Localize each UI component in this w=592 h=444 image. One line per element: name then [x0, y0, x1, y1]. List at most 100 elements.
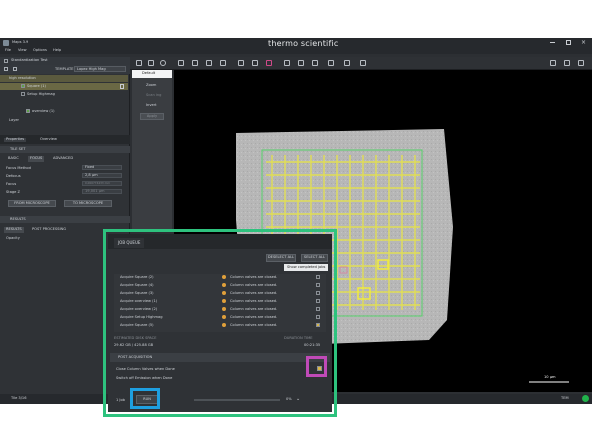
snapshot-icon[interactable]	[266, 60, 272, 66]
show-completed-toggle[interactable]: Show completed jobs	[284, 264, 328, 271]
job-checkbox[interactable]	[316, 291, 320, 295]
menu-help[interactable]: Help	[53, 48, 61, 53]
job-row[interactable]: Acquire Square (2) Column valves are clo…	[114, 274, 326, 281]
apply-button[interactable]: Apply	[140, 113, 164, 120]
job-row[interactable]: Acquire overview (1) Column valves are c…	[114, 298, 326, 305]
subtab-focus[interactable]: FOCUS	[28, 156, 45, 162]
defocus-input[interactable]: 2,8 µm	[82, 173, 122, 178]
trash-icon[interactable]	[120, 84, 124, 89]
subtab-basic[interactable]: BASIC	[8, 156, 19, 161]
job-checkbox[interactable]	[316, 299, 320, 303]
job-row[interactable]: Acquire Square (4) Column valves are clo…	[114, 282, 326, 289]
tab-overview[interactable]: Overview	[40, 137, 57, 142]
to-microscope-button[interactable]: TO MICROSCOPE	[64, 200, 112, 207]
layout-icon[interactable]	[220, 60, 226, 66]
job-checkbox[interactable]	[316, 275, 320, 279]
select-all-button[interactable]: SELECT ALL	[301, 254, 328, 262]
lock-icon[interactable]	[328, 60, 334, 66]
button-label: Default	[142, 71, 156, 75]
tile-icon[interactable]	[13, 67, 17, 71]
post-acquisition-label: POST ACQUISITION	[118, 355, 153, 359]
focus-method-select[interactable]: Fixed	[82, 165, 122, 170]
post-acquisition-header[interactable]: POST ACQUISITION	[110, 353, 330, 362]
stage-z-input[interactable]: 19,001 µm	[82, 189, 122, 194]
layer-row-square[interactable]: Square (1)	[0, 83, 128, 90]
project-bar: Standardization Test	[0, 57, 130, 65]
layer-label: Setup Highmag	[27, 92, 55, 96]
job-name: Acquire overview (1)	[120, 299, 158, 303]
warning-icon	[222, 299, 226, 303]
job-checkbox[interactable]	[316, 283, 320, 287]
subtab-advanced[interactable]: ADVANCED	[53, 156, 73, 161]
layer-checkbox[interactable]	[21, 84, 25, 88]
close-icon[interactable]: ×	[581, 40, 586, 46]
job-queue-panel: JOB QUEUE DESELECT ALL SELECT ALL Show c…	[108, 234, 332, 412]
duration-value: 00:21:35	[304, 343, 321, 347]
expand-icon[interactable]	[550, 60, 556, 66]
default-button[interactable]: Default	[132, 70, 172, 78]
histogram-icon[interactable]	[360, 60, 366, 66]
chevron-down-icon[interactable]: ⌄	[296, 397, 300, 402]
tab-job-queue[interactable]: JOB QUEUE	[114, 238, 145, 248]
menu-view[interactable]: View	[18, 48, 27, 53]
grid-icon[interactable]	[192, 60, 198, 66]
focus-input[interactable]: 0,000774433 mm	[82, 181, 122, 186]
job-checkbox[interactable]	[316, 307, 320, 311]
fullscreen-icon[interactable]	[578, 60, 584, 66]
job-list: Acquire Square (2) Column valves are clo…	[114, 274, 326, 332]
tileset-header[interactable]: TILE SET	[0, 146, 130, 153]
layer-checkbox[interactable]	[26, 109, 30, 113]
crop-icon[interactable]	[252, 60, 258, 66]
tab-properties[interactable]: Properties	[4, 137, 27, 142]
minimize-icon[interactable]	[550, 42, 555, 43]
estimated-disk-value: 29.62 GB / 425.88 GB	[114, 343, 154, 347]
layer-label: Layer	[9, 118, 20, 122]
layer-row-high-resolution[interactable]: high resolution	[0, 75, 128, 82]
add-layer-icon[interactable]	[4, 67, 8, 71]
close-valves-highlight	[306, 356, 327, 377]
annotate-icon[interactable]	[344, 60, 350, 66]
select-icon[interactable]	[148, 60, 154, 66]
job-name: Acquire overview (2)	[120, 307, 158, 311]
tab-results[interactable]: RESULTS	[4, 227, 24, 233]
template-select[interactable]: Lopez High Mag	[74, 66, 126, 72]
job-row[interactable]: Acquire Setup Highmag Column valves are …	[114, 314, 326, 321]
tile-set-icon[interactable]	[206, 60, 212, 66]
tile-view-icon[interactable]	[564, 60, 570, 66]
measure-icon[interactable]	[298, 60, 304, 66]
from-microscope-button[interactable]: FROM MICROSCOPE	[8, 200, 56, 207]
menu-options[interactable]: Options	[33, 48, 47, 53]
deselect-all-button[interactable]: DESELECT ALL	[266, 254, 296, 262]
stage-icon[interactable]	[312, 60, 318, 66]
tab-post-processing[interactable]: POST PROCESSING	[32, 227, 66, 232]
defocus-label: Defocus	[6, 174, 21, 178]
results-header[interactable]: RESULTS	[0, 216, 130, 223]
layer-label: overview (1)	[32, 109, 55, 113]
close-valves-label: Close Column Valves when Done	[116, 367, 175, 371]
job-status: Column valves are closed.	[230, 283, 278, 287]
layer-checkbox[interactable]	[21, 92, 25, 96]
focus-method-label: Focus Method	[6, 166, 31, 170]
menu-file[interactable]: File	[5, 48, 11, 53]
job-checkbox[interactable]	[316, 323, 320, 327]
image-icon[interactable]	[238, 60, 244, 66]
job-checkbox[interactable]	[316, 315, 320, 319]
camera-icon[interactable]	[178, 60, 184, 66]
main-toolbar	[130, 57, 592, 70]
layer-row-overview[interactable]: overview (1)	[0, 108, 128, 115]
app-logo-icon	[3, 40, 9, 46]
focus-label: Focus	[6, 182, 17, 186]
zoom-icon[interactable]	[160, 60, 166, 66]
template-select-value: Lopez High Mag	[77, 67, 106, 71]
move-icon[interactable]	[136, 60, 142, 66]
project-name: Standardization Test	[11, 58, 48, 62]
align-icon[interactable]	[284, 60, 290, 66]
job-name: Acquire Square (2)	[120, 275, 154, 279]
job-row[interactable]: Acquire Square (3) Column valves are clo…	[114, 290, 326, 297]
maximize-icon[interactable]	[566, 40, 571, 45]
layer-row-setup[interactable]: Setup Highmag	[0, 91, 128, 98]
layer-row-layer[interactable]: Layer	[0, 117, 128, 124]
job-row[interactable]: Acquire Square (5) Column valves are clo…	[114, 322, 326, 329]
job-status: Column valves are closed.	[230, 307, 278, 311]
job-row[interactable]: Acquire overview (2) Column valves are c…	[114, 306, 326, 313]
